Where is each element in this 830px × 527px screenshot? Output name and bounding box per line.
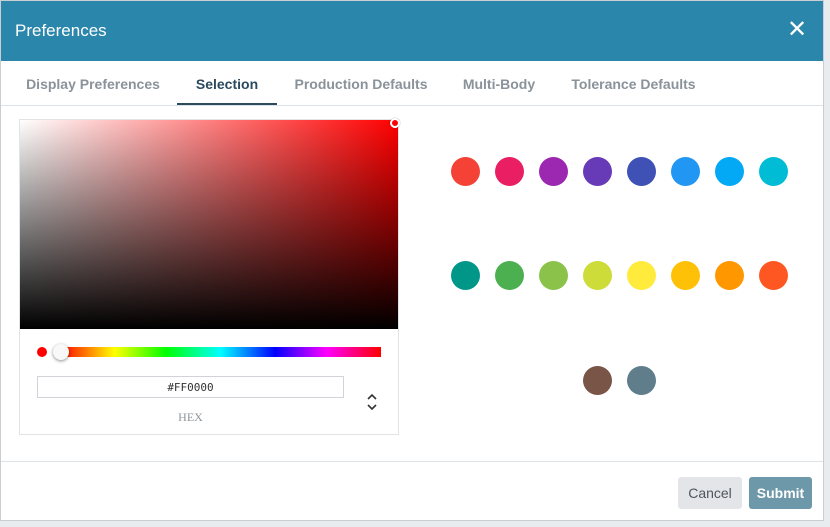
color-swatch[interactable] [759, 157, 788, 186]
submit-button[interactable]: Submit [749, 477, 812, 509]
tab-production-defaults[interactable]: Production Defaults [286, 61, 436, 104]
hue-slider-handle[interactable] [53, 344, 69, 360]
color-swatch[interactable] [451, 157, 480, 186]
hue-slider[interactable] [60, 347, 381, 357]
cancel-button[interactable]: Cancel [678, 477, 742, 509]
current-color-preview [37, 347, 47, 357]
color-swatch[interactable] [715, 261, 744, 290]
color-swatch[interactable] [539, 157, 568, 186]
saturation-brightness-area[interactable] [20, 120, 398, 329]
tab-display-preferences[interactable]: Display Preferences [18, 61, 168, 104]
color-swatch[interactable] [583, 261, 612, 290]
color-mode-toggle-icon[interactable] [366, 390, 378, 414]
color-swatch[interactable] [671, 261, 700, 290]
saturation-brightness-handle[interactable] [390, 118, 400, 128]
tab-bar: Display Preferences Selection Production… [1, 61, 823, 106]
tab-multi-body[interactable]: Multi-Body [453, 61, 545, 104]
color-swatch[interactable] [715, 157, 744, 186]
color-swatch[interactable] [451, 261, 480, 290]
color-swatch[interactable] [495, 157, 524, 186]
hex-mode-label: HEX [178, 410, 203, 424]
color-swatch[interactable] [627, 157, 656, 186]
close-icon[interactable]: ✕ [785, 16, 809, 42]
color-swatch[interactable] [671, 157, 700, 186]
preferences-dialog: Preferences ✕ Display Preferences Select… [0, 0, 824, 521]
tab-tolerance-defaults[interactable]: Tolerance Defaults [561, 61, 706, 104]
color-swatch[interactable] [583, 157, 612, 186]
color-swatch[interactable] [583, 366, 612, 395]
color-swatch[interactable] [759, 261, 788, 290]
color-swatch[interactable] [627, 366, 656, 395]
dialog-footer: Cancel Submit [1, 461, 823, 522]
dialog-header: Preferences ✕ [1, 1, 823, 61]
color-swatch[interactable] [539, 261, 568, 290]
tab-selection[interactable]: Selection [177, 61, 277, 105]
color-picker: HEX [19, 118, 400, 435]
color-swatch[interactable] [627, 261, 656, 290]
hex-input[interactable] [37, 376, 344, 398]
color-swatch[interactable] [495, 261, 524, 290]
dialog-title: Preferences [15, 21, 107, 40]
